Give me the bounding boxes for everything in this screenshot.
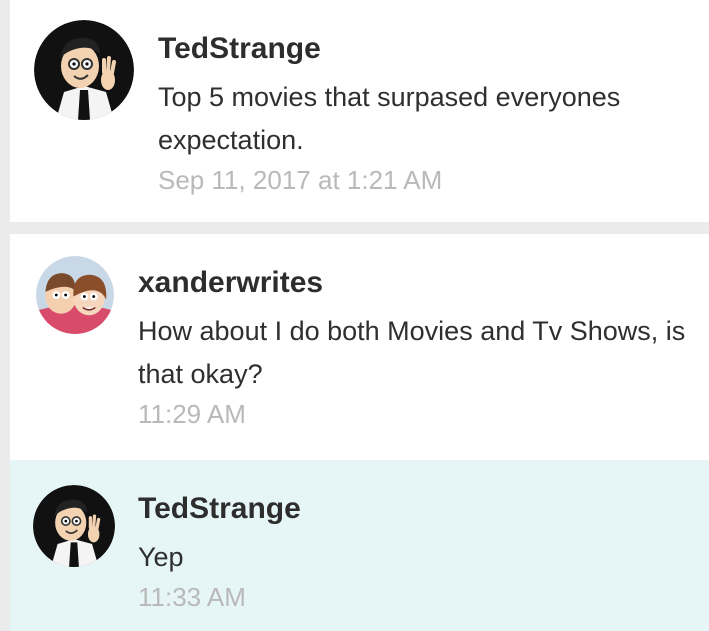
message-text: How about I do both Movies and Tv Shows,… bbox=[138, 316, 686, 389]
cartoon-characters-icon bbox=[36, 256, 114, 334]
first-message-card: TedStrange Top 5 movies that surpased ev… bbox=[10, 0, 709, 222]
username[interactable]: TedStrange bbox=[138, 490, 689, 528]
message-content: xanderwrites How about I do both Movies … bbox=[138, 264, 689, 432]
chat-message: xanderwrites How about I do both Movies … bbox=[10, 234, 709, 460]
message-content: TedStrange Top 5 movies that surpased ev… bbox=[158, 30, 689, 198]
chat-message: TedStrange Top 5 movies that surpased ev… bbox=[10, 0, 709, 222]
message-content: TedStrange Yep 11:33 AM bbox=[138, 490, 689, 615]
message-timestamp: 11:33 AM bbox=[138, 582, 246, 612]
user-avatar[interactable] bbox=[36, 256, 114, 334]
message-timestamp: Sep 11, 2017 at 1:21 AM bbox=[158, 165, 443, 195]
message-text: Top 5 movies that surpased everyones exp… bbox=[158, 82, 621, 155]
cartoon-character-icon bbox=[33, 485, 115, 567]
username[interactable]: xanderwrites bbox=[138, 264, 689, 302]
reply-thread-card: xanderwrites How about I do both Movies … bbox=[10, 234, 709, 631]
message-text: Yep bbox=[138, 542, 184, 572]
message-timestamp: 11:29 AM bbox=[138, 399, 246, 429]
chat-message-highlighted: TedStrange Yep 11:33 AM bbox=[10, 460, 709, 631]
cartoon-character-icon bbox=[34, 20, 134, 120]
user-avatar[interactable] bbox=[33, 485, 115, 567]
username[interactable]: TedStrange bbox=[158, 30, 689, 68]
user-avatar[interactable] bbox=[34, 20, 134, 120]
